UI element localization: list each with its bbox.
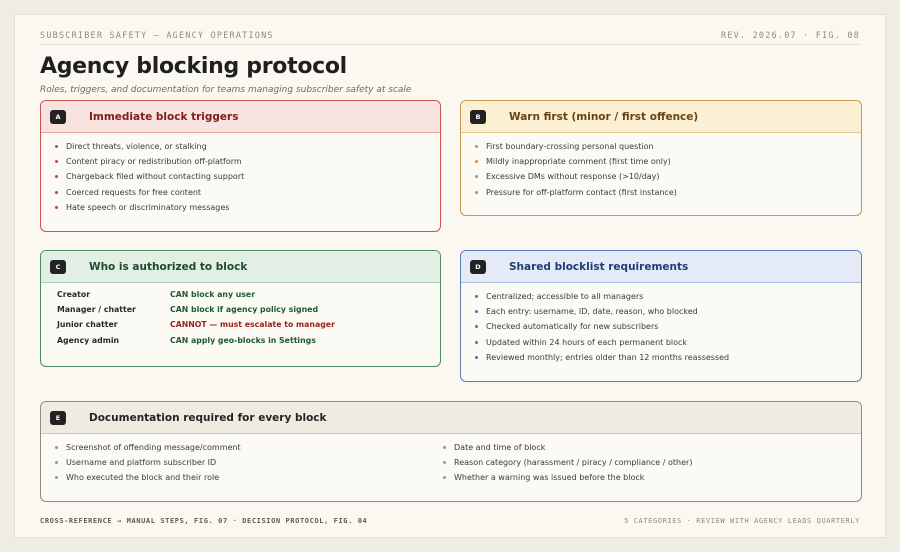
list-item: Whether a warning was issued before the … — [443, 473, 817, 488]
role-cell: Agency admin — [57, 335, 120, 345]
card-warn-first: B Warn first (minor / first offence) Fir… — [460, 100, 862, 216]
section-badge: C — [50, 259, 66, 274]
blocklist-requirements-list: Centralized; accessible to all managers … — [461, 283, 861, 368]
bullet-icon — [475, 160, 478, 164]
bullet-icon — [443, 446, 446, 449]
card-header: A Immediate block triggers — [41, 101, 440, 133]
bullet-icon — [475, 355, 478, 359]
card-title: Documentation required for every block — [89, 411, 327, 424]
section-badge: E — [50, 410, 66, 425]
table-row: Manager / chatter CAN block if agency po… — [57, 305, 335, 320]
list-item: Pressure for off-platform contact (first… — [475, 188, 861, 203]
card-immediate-block-triggers: A Immediate block triggers Direct threat… — [40, 100, 441, 232]
warning-list: First boundary-crossing personal questio… — [461, 133, 861, 203]
list-item: Reason category (harassment / piracy / c… — [443, 458, 817, 473]
bullet-icon — [55, 190, 58, 194]
bullet-icon — [55, 476, 58, 480]
bullet-icon — [475, 310, 478, 314]
role-cell: Manager / chatter — [57, 305, 136, 315]
page-title: Agency blocking protocol — [40, 54, 347, 79]
bullet-icon — [55, 175, 58, 179]
permission-cell: CAN block if agency policy signed — [170, 305, 319, 315]
card-header: E Documentation required for every block — [41, 402, 861, 434]
bullet-icon — [475, 190, 478, 194]
header-revision-label: REV. 2026.07 · FIG. 08 — [721, 31, 860, 41]
documentation-columns: Screenshot of offending message/comment … — [41, 434, 861, 489]
list-item: Hate speech or discriminatory messages — [55, 203, 440, 218]
card-title: Warn first (minor / first offence) — [509, 110, 699, 123]
list-item: Centralized; accessible to all managers — [475, 292, 861, 307]
card-documentation-required: E Documentation required for every block… — [40, 401, 862, 502]
card-title: Shared blocklist requirements — [509, 260, 689, 273]
bullet-icon — [55, 461, 58, 465]
card-header: C Who is authorized to block — [41, 251, 440, 283]
section-badge: D — [470, 259, 486, 274]
list-item: Checked automatically for new subscriber… — [475, 322, 861, 337]
documentation-list-left: Screenshot of offending message/comment … — [41, 434, 429, 489]
footer-cross-reference: CROSS-REFERENCE → MANUAL STEPS, FIG. 07 … — [40, 517, 368, 525]
bullet-icon — [475, 340, 478, 344]
permission-cell: CAN apply geo-blocks in Settings — [170, 335, 316, 345]
header-section-label: SUBSCRIBER SAFETY — AGENCY OPERATIONS — [40, 31, 274, 41]
bullet-icon — [443, 461, 446, 465]
card-shared-blocklist: D Shared blocklist requirements Centrali… — [460, 250, 862, 382]
list-item: Direct threats, violence, or stalking — [55, 142, 440, 157]
list-item: Updated within 24 hours of each permanen… — [475, 338, 861, 353]
bullet-icon — [475, 325, 478, 329]
permission-cell: CAN block any user — [170, 290, 256, 299]
table-row: Creator CAN block any user — [57, 290, 335, 305]
header-divider — [40, 44, 860, 45]
footer-review-note: 5 CATEGORIES · REVIEW WITH AGENCY LEADS … — [624, 517, 860, 525]
bullet-icon — [475, 295, 478, 298]
list-item: First boundary-crossing personal questio… — [475, 142, 861, 157]
bullet-icon — [55, 145, 58, 148]
bullet-icon — [55, 205, 58, 209]
authorization-table: Creator CAN block any user Manager / cha… — [57, 290, 335, 351]
bullet-icon — [475, 145, 478, 148]
section-badge: B — [470, 109, 486, 124]
list-item: Mildly inappropriate comment (first time… — [475, 157, 861, 172]
page-subtitle: Roles, triggers, and documentation for t… — [40, 85, 412, 95]
list-item: Excessive DMs without response (>10/day) — [475, 172, 861, 187]
list-item: Each entry: username, ID, date, reason, … — [475, 307, 861, 322]
table-row: Agency admin CAN apply geo-blocks in Set… — [57, 336, 335, 351]
card-header: D Shared blocklist requirements — [461, 251, 861, 283]
role-cell: Junior chatter — [57, 320, 118, 330]
list-item: Content piracy or redistribution off-pla… — [55, 157, 440, 172]
list-item: Date and time of block — [443, 443, 817, 458]
table-row: Junior chatter CANNOT — must escalate to… — [57, 320, 335, 335]
list-item: Chargeback filed without contacting supp… — [55, 172, 440, 187]
section-badge: A — [50, 109, 66, 124]
card-title: Immediate block triggers — [89, 110, 239, 123]
bullet-icon — [55, 160, 58, 164]
header-bar: SUBSCRIBER SAFETY — AGENCY OPERATIONS RE… — [40, 27, 860, 45]
list-item: Reviewed monthly; entries older than 12 … — [475, 353, 861, 368]
list-item: Coerced requests for free content — [55, 188, 440, 203]
card-title: Who is authorized to block — [89, 260, 248, 273]
list-item: Screenshot of offending message/comment — [55, 443, 429, 458]
card-block-authorization: C Who is authorized to block Creator CAN… — [40, 250, 441, 367]
card-header: B Warn first (minor / first offence) — [461, 101, 861, 133]
trigger-list: Direct threats, violence, or stalking Co… — [41, 133, 440, 218]
document-sheet: SUBSCRIBER SAFETY — AGENCY OPERATIONS RE… — [14, 14, 886, 538]
bullet-icon — [55, 446, 58, 449]
bullet-icon — [443, 476, 446, 480]
documentation-list-right: Date and time of block Reason category (… — [429, 434, 817, 489]
list-item: Username and platform subscriber ID — [55, 458, 429, 473]
footer-bar: CROSS-REFERENCE → MANUAL STEPS, FIG. 07 … — [40, 517, 860, 525]
role-cell: Creator — [57, 290, 91, 299]
bullet-icon — [475, 175, 478, 179]
list-item: Who executed the block and their role — [55, 473, 429, 488]
permission-cell-restricted: CANNOT — must escalate to manager — [170, 320, 335, 330]
